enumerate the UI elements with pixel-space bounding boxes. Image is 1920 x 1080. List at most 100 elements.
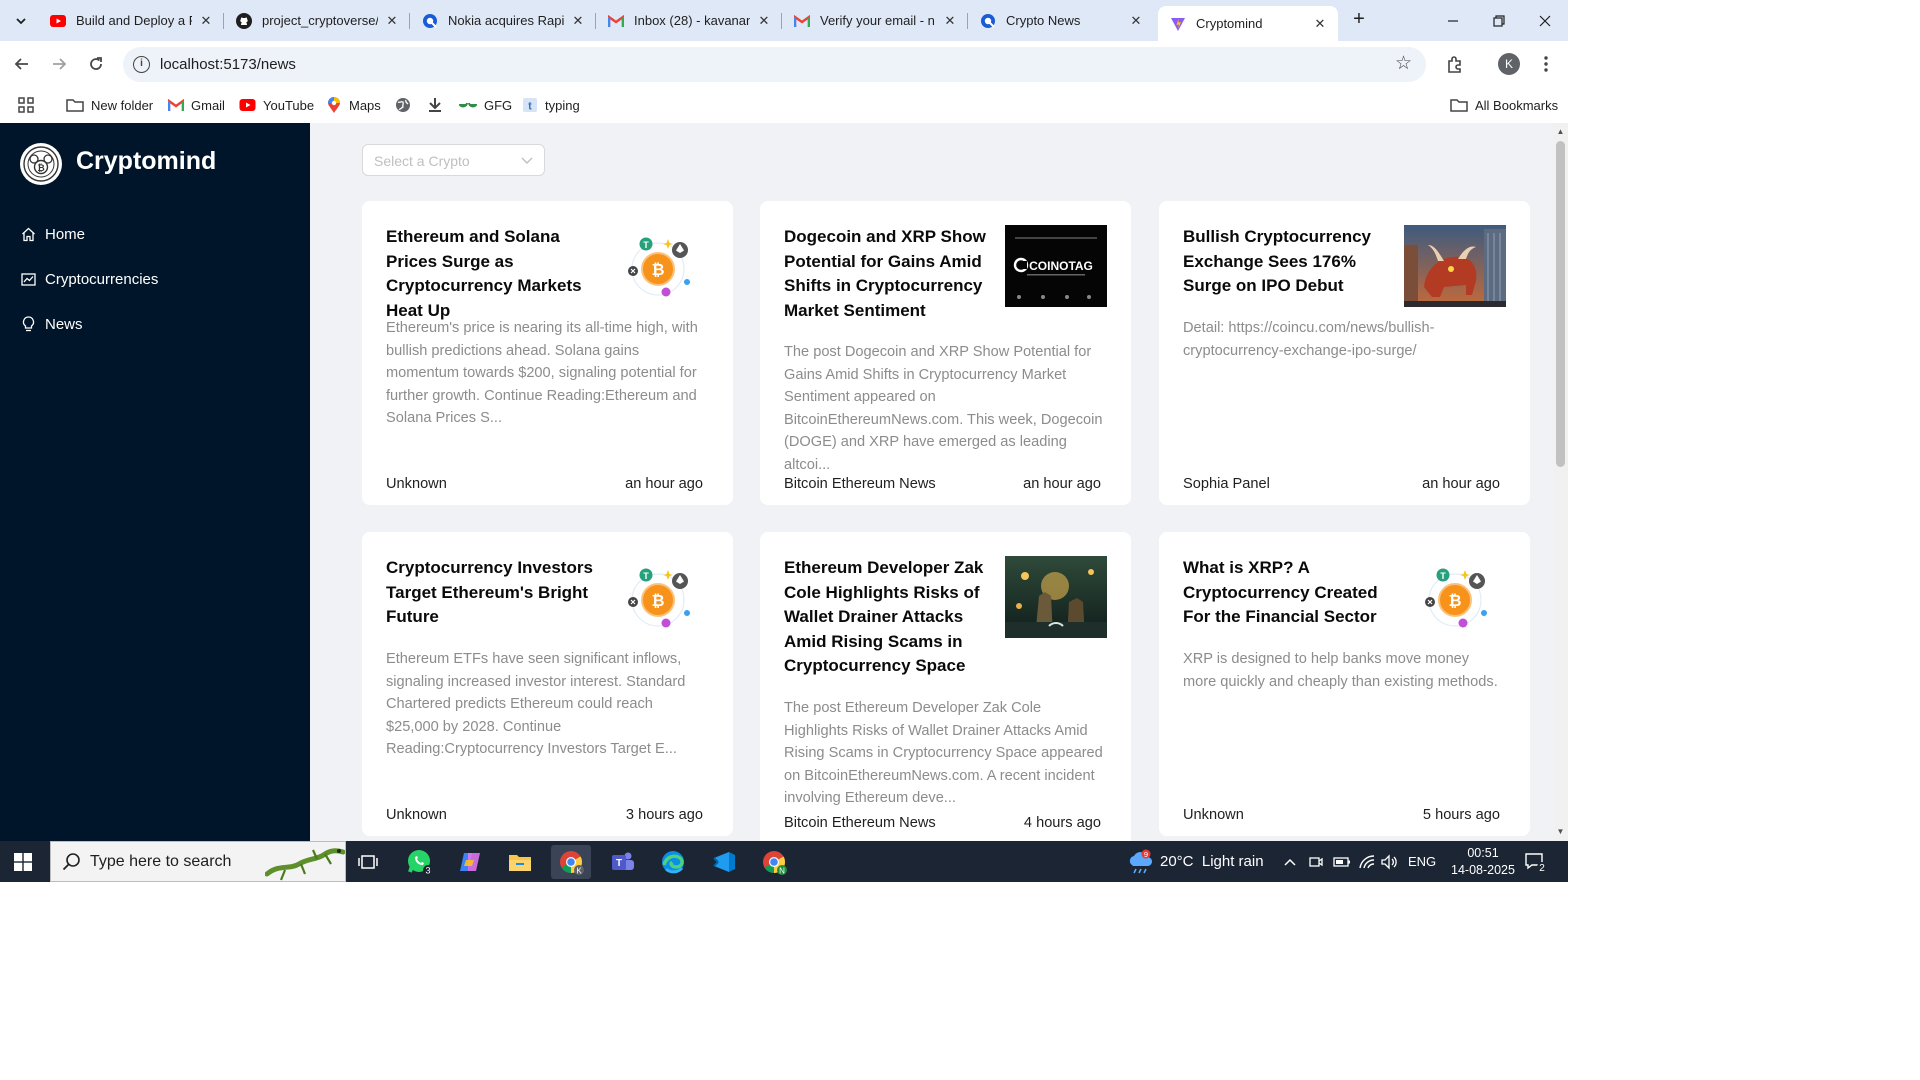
- browser-tab[interactable]: Verify your email - n ✕: [782, 6, 968, 35]
- weather-widget[interactable]: 9 20°C Light rain: [1126, 841, 1264, 882]
- select-placeholder: Select a Crypto: [374, 153, 470, 169]
- forward-button[interactable]: [46, 51, 72, 77]
- browser-tab[interactable]: project_cryptoverse/ ✕: [224, 6, 410, 35]
- taskbar-teams[interactable]: T: [602, 845, 642, 879]
- meet-now-button[interactable]: [1308, 841, 1324, 882]
- browser-tab-active[interactable]: Cryptomind ✕: [1158, 6, 1338, 41]
- svg-text:T: T: [616, 858, 622, 869]
- clock[interactable]: 00:51 14-08-2025: [1444, 841, 1522, 882]
- new-tab-button[interactable]: +: [1348, 8, 1370, 30]
- taskbar-chrome[interactable]: K: [551, 845, 591, 879]
- news-title[interactable]: Bullish Cryptocurrency Exchange Sees 176…: [1183, 225, 1398, 299]
- close-tab-icon[interactable]: ✕: [198, 13, 214, 29]
- scroll-down-arrow-icon[interactable]: ▼: [1555, 827, 1566, 836]
- bookmark-label: YouTube: [263, 97, 315, 113]
- browser-tab[interactable]: Build and Deploy a R ✕: [38, 6, 224, 35]
- close-tab-icon[interactable]: ✕: [384, 13, 400, 29]
- taskbar-chrome-profile[interactable]: N: [754, 845, 794, 879]
- menu-item-cryptocurrencies[interactable]: Cryptocurrencies: [0, 259, 310, 299]
- page-scrollbar[interactable]: ▲ ▼: [1553, 123, 1568, 841]
- news-card[interactable]: Dogecoin and XRP Show Potential for Gain…: [760, 201, 1131, 505]
- extensions-icon[interactable]: [1443, 52, 1467, 76]
- all-bookmarks-button[interactable]: All Bookmarks: [1450, 94, 1558, 116]
- crypto-coins-image: ₿ T: [1404, 556, 1506, 638]
- bookmark-item[interactable]: YouTube: [238, 94, 314, 116]
- minimize-button[interactable]: [1430, 0, 1476, 41]
- close-tab-icon[interactable]: ✕: [942, 13, 958, 29]
- profile-avatar[interactable]: K: [1498, 53, 1520, 75]
- bookmark-item[interactable]: Gmail: [168, 94, 225, 116]
- chevron-up-icon: [1284, 858, 1296, 866]
- news-card[interactable]: Ethereum Developer Zak Cole Highlights R…: [760, 532, 1131, 841]
- taskbar-vscode[interactable]: [704, 845, 744, 879]
- weather-badge: 9: [1144, 850, 1148, 859]
- close-tab-icon[interactable]: ✕: [570, 13, 586, 29]
- apps-button[interactable]: [18, 94, 41, 116]
- news-title[interactable]: Cryptocurrency Investors Target Ethereum…: [386, 556, 601, 630]
- close-window-button[interactable]: [1522, 0, 1568, 41]
- volume-button[interactable]: [1380, 841, 1398, 882]
- address-bar[interactable]: i localhost:5173/news ☆: [123, 47, 1426, 82]
- chevron-down-icon: [521, 157, 533, 164]
- close-tab-icon[interactable]: ✕: [756, 13, 772, 29]
- site-info-icon[interactable]: i: [133, 56, 150, 73]
- youtube-icon: [50, 13, 66, 29]
- news-description: Ethereum's price is nearing its all-time…: [386, 320, 698, 426]
- bookmark-item[interactable]: [427, 94, 450, 116]
- browser-tab[interactable]: Crypto News ✕: [968, 6, 1154, 35]
- close-tab-icon[interactable]: ✕: [1312, 16, 1328, 32]
- more-menu-icon[interactable]: [1534, 52, 1558, 76]
- scrollbar-thumb[interactable]: [1556, 141, 1565, 467]
- bookmark-item[interactable]: t typing: [522, 94, 580, 116]
- network-button[interactable]: [1358, 841, 1376, 882]
- cryptomind-logo[interactable]: ₿: [20, 143, 62, 185]
- bookmark-label: Gmail: [191, 97, 225, 113]
- back-button[interactable]: [9, 51, 35, 77]
- menu-item-news[interactable]: News: [0, 304, 310, 344]
- news-description: Detail: https://coincu.com/news/bullish-…: [1183, 320, 1435, 359]
- scroll-up-arrow-icon[interactable]: ▲: [1555, 127, 1566, 136]
- news-card[interactable]: Bullish Cryptocurrency Exchange Sees 176…: [1159, 201, 1530, 505]
- notifications-button[interactable]: 2: [1524, 841, 1548, 882]
- tab-search-button[interactable]: [8, 8, 34, 34]
- news-title[interactable]: What is XRP? A Cryptocurrency Created Fo…: [1183, 556, 1398, 630]
- taskbar-edge[interactable]: [653, 845, 693, 879]
- battery-button[interactable]: [1333, 841, 1351, 882]
- taskbar-file-explorer[interactable]: [500, 845, 540, 879]
- close-tab-icon[interactable]: ✕: [1128, 13, 1144, 29]
- news-time: 5 hours ago: [1422, 807, 1500, 823]
- bookmark-item[interactable]: New folder: [66, 94, 153, 116]
- windows-start-icon[interactable]: [14, 853, 32, 871]
- crypto-coins-image: ₿ T: [607, 556, 709, 638]
- news-card[interactable]: Ethereum and Solana Prices Surge as Cryp…: [362, 201, 733, 505]
- taskbar-whatsapp[interactable]: 3: [400, 845, 440, 879]
- svg-text:t: t: [528, 101, 532, 113]
- brand-title[interactable]: Cryptomind: [76, 147, 216, 176]
- browser-tab[interactable]: Inbox (28) - kavanan ✕: [596, 6, 782, 35]
- bookmark-item[interactable]: [395, 94, 418, 116]
- browser-tab[interactable]: Nokia acquires Rapid ✕: [410, 6, 596, 35]
- news-title[interactable]: Ethereum Developer Zak Cole Highlights R…: [784, 556, 999, 679]
- bookmark-item[interactable]: GFG: [459, 94, 512, 116]
- url-text[interactable]: localhost:5173/news: [160, 56, 296, 73]
- menu-item-home[interactable]: Home: [0, 214, 310, 254]
- reload-button[interactable]: [83, 51, 109, 77]
- crypto-select[interactable]: Select a Crypto: [362, 144, 545, 176]
- menu-label: Home: [45, 225, 86, 243]
- taskbar-search-box[interactable]: Type here to search: [50, 841, 346, 882]
- github-icon: [236, 12, 252, 29]
- windows-taskbar: Type here to search 3 K T N 9 20°C Light…: [0, 841, 1568, 882]
- browser-tab-strip: Build and Deploy a R ✕ project_cryptover…: [0, 0, 1568, 41]
- taskbar-copilot[interactable]: [450, 845, 490, 879]
- news-card[interactable]: Cryptocurrency Investors Target Ethereum…: [362, 532, 733, 836]
- bookmark-star-icon[interactable]: ☆: [1395, 52, 1412, 75]
- task-view-button[interactable]: [348, 845, 388, 879]
- folder-icon: [66, 97, 84, 113]
- show-hidden-icons-button[interactable]: [1283, 841, 1297, 882]
- news-title[interactable]: Ethereum and Solana Prices Surge as Cryp…: [386, 225, 601, 323]
- language-indicator[interactable]: ENG: [1408, 841, 1436, 882]
- restore-button[interactable]: [1476, 0, 1522, 41]
- news-title[interactable]: Dogecoin and XRP Show Potential for Gain…: [784, 225, 999, 323]
- news-card[interactable]: What is XRP? A Cryptocurrency Created Fo…: [1159, 532, 1530, 836]
- bookmark-item[interactable]: Maps: [326, 94, 381, 116]
